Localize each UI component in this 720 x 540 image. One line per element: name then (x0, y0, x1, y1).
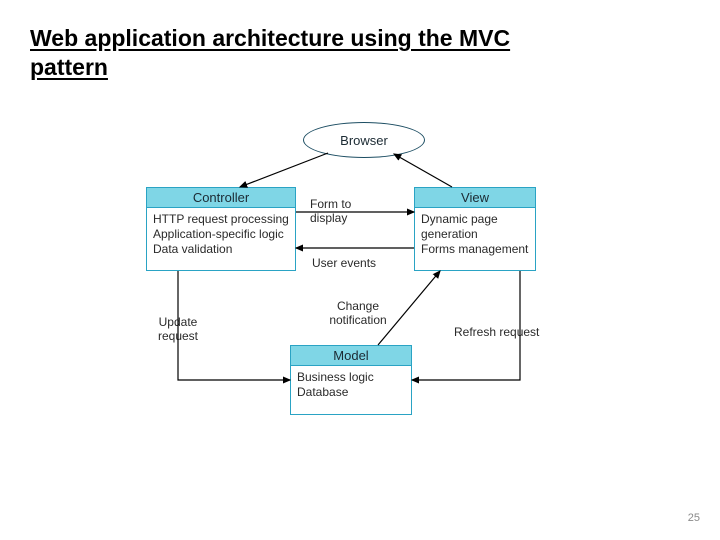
controller-title: Controller (147, 188, 295, 208)
model-line: Database (297, 385, 405, 400)
label-user-events: User events (312, 257, 376, 271)
browser-label: Browser (340, 133, 388, 148)
label-form-to-display: Form to display (310, 198, 380, 226)
view-title: View (415, 188, 535, 208)
view-line: generation (421, 227, 529, 242)
model-line: Business logic (297, 370, 405, 385)
label-change-notification: Change notification (318, 300, 398, 328)
controller-box: Controller HTTP request processing Appli… (146, 187, 296, 271)
controller-line: Application-specific logic (153, 227, 289, 242)
label-update-request: Update request (150, 316, 206, 344)
controller-line: HTTP request processing (153, 212, 289, 227)
view-box: View Dynamic page generation Forms manag… (414, 187, 536, 271)
controller-line: Data validation (153, 242, 289, 257)
browser-node: Browser (303, 122, 425, 158)
mvc-diagram: Browser Controller HTTP request processi… (0, 0, 720, 540)
view-line: Forms management (421, 242, 529, 257)
model-box: Model Business logic Database (290, 345, 412, 415)
model-title: Model (291, 346, 411, 366)
view-line: Dynamic page (421, 212, 529, 227)
label-refresh-request: Refresh request (454, 326, 539, 340)
